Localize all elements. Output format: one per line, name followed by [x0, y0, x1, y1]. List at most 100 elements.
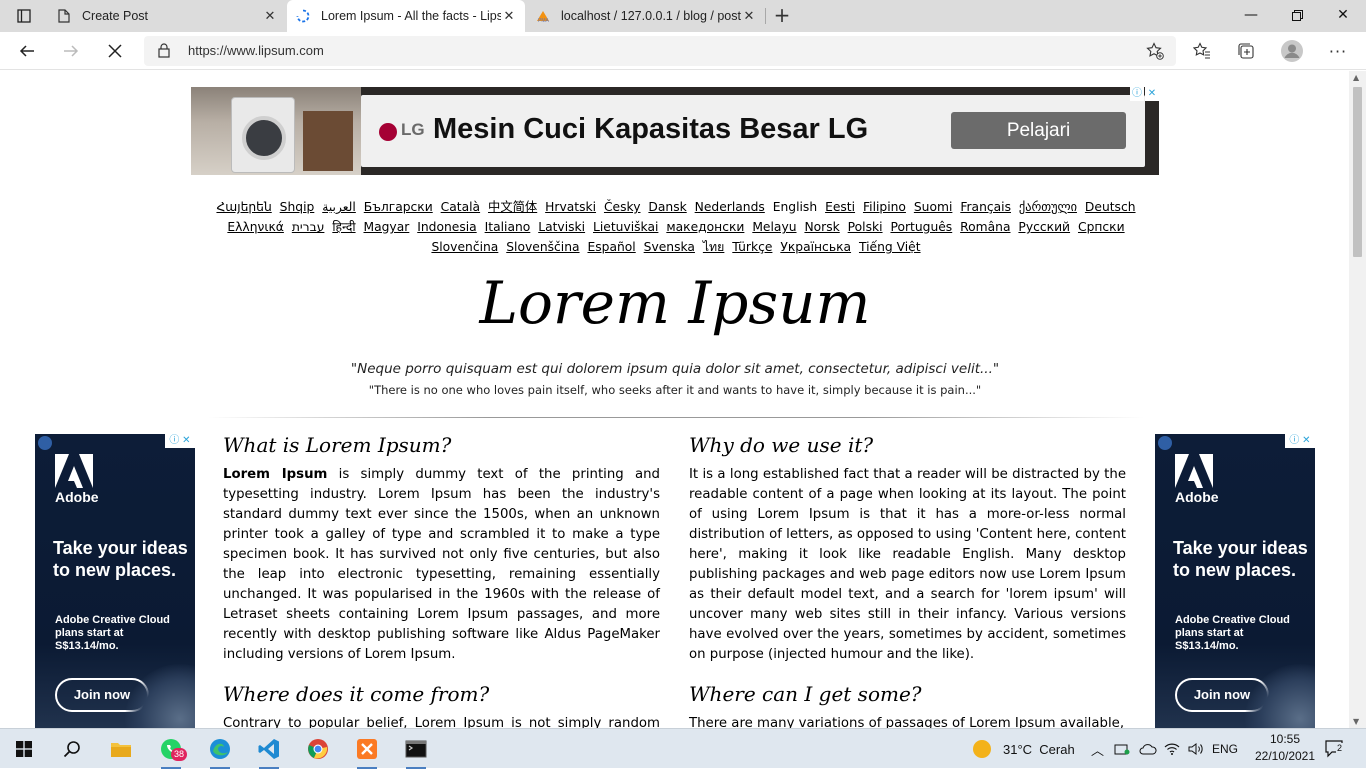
favorites-icon: [1193, 42, 1210, 59]
language-link[interactable]: ไทย: [703, 240, 725, 254]
tab-title: localhost / 127.0.0.1 / blog / post: [561, 9, 741, 23]
language-link[interactable]: Româna: [960, 220, 1010, 234]
lock-icon[interactable]: [158, 43, 170, 62]
search-button[interactable]: [52, 733, 92, 765]
language-link[interactable]: Latviski: [538, 220, 585, 234]
ad-learn-more-button[interactable]: Pelajari: [951, 112, 1126, 149]
terminal-taskbar[interactable]: [396, 733, 436, 769]
ad-close-icon[interactable]: ✕: [1145, 87, 1159, 101]
language-link[interactable]: ქართული: [1019, 200, 1077, 214]
language-link[interactable]: Slovenčina: [431, 240, 498, 254]
cloud-icon[interactable]: [1139, 729, 1157, 769]
language-link[interactable]: Français: [960, 200, 1011, 214]
ad-headline: Take your ideas to new places.: [1173, 538, 1308, 580]
page-icon: [56, 8, 72, 24]
language-link[interactable]: Shqip: [280, 200, 315, 214]
language-link[interactable]: Slovenščina: [506, 240, 579, 254]
tray-overflow-icon[interactable]: ︿: [1091, 729, 1104, 769]
language-link[interactable]: Magyar: [363, 220, 409, 234]
add-favorite-icon[interactable]: [1146, 42, 1164, 64]
volume-icon[interactable]: [1188, 729, 1204, 769]
language-link[interactable]: हिन्दी: [332, 220, 355, 234]
language-link[interactable]: Српски: [1078, 220, 1125, 234]
language-link[interactable]: Norsk: [804, 220, 839, 234]
tab-create-post[interactable]: Create Post ✕: [48, 0, 286, 32]
section-body: Lorem Ipsum is simply dummy text of the …: [223, 465, 660, 665]
language-link[interactable]: Pyccкий: [1018, 220, 1070, 234]
scroll-up-icon[interactable]: ▲: [1353, 73, 1359, 82]
chrome-taskbar[interactable]: [298, 733, 338, 765]
language-link[interactable]: Italiano: [485, 220, 531, 234]
language-link[interactable]: 中文简体: [488, 200, 537, 214]
vscode-taskbar[interactable]: [249, 733, 289, 769]
language-link[interactable]: Deutsch: [1085, 200, 1136, 214]
top-banner-ad[interactable]: LG Mesin Cuci Kapasitas Besar LG Pelajar…: [191, 87, 1159, 175]
scroll-down-icon[interactable]: ▼: [1353, 717, 1359, 726]
system-clock[interactable]: 10:55 22/10/2021: [1250, 731, 1320, 765]
notification-center-button[interactable]: 2: [1325, 729, 1345, 769]
start-button[interactable]: [4, 733, 44, 765]
tab-close-icon[interactable]: ✕: [501, 9, 517, 24]
language-link[interactable]: Nederlands: [695, 200, 765, 214]
left-side-ad[interactable]: ⓘ ✕ Adobe Take your ideas to new places.…: [35, 434, 195, 728]
language-link[interactable]: Česky: [604, 200, 641, 214]
ad-shield-icon: [1158, 436, 1172, 450]
close-window-button[interactable]: ✕: [1320, 0, 1366, 32]
adchoices-icon[interactable]: ⓘ ✕: [165, 434, 195, 448]
language-link[interactable]: Tiếng Việt: [859, 240, 921, 254]
back-button[interactable]: [12, 36, 42, 66]
wifi-icon[interactable]: [1164, 729, 1180, 769]
restore-button[interactable]: [1274, 0, 1320, 32]
url-text[interactable]: https://www.lipsum.com: [188, 43, 324, 58]
favorites-button[interactable]: [1187, 36, 1217, 66]
language-link[interactable]: Hrvatski: [545, 200, 596, 214]
tab-actions-button[interactable]: [0, 0, 48, 32]
language-link[interactable]: Dansk: [648, 200, 686, 214]
language-link[interactable]: Ελληνικά: [227, 220, 284, 234]
file-explorer-taskbar[interactable]: [101, 733, 141, 765]
tab-close-icon[interactable]: ✕: [741, 9, 757, 24]
tab-lorem-ipsum[interactable]: Lorem Ipsum - All the facts - Lips ✕: [287, 0, 525, 32]
right-side-ad[interactable]: ⓘ ✕ Adobe Take your ideas to new places.…: [1155, 434, 1315, 728]
language-link[interactable]: Indonesia: [417, 220, 476, 234]
adchoices-icon[interactable]: ⓘ ✕: [1285, 434, 1315, 448]
weather-text: 31°C Cerah: [1003, 741, 1075, 757]
tab-localhost-phpmyadmin[interactable]: PMA localhost / 127.0.0.1 / blog / post …: [527, 0, 765, 32]
language-link[interactable]: Lietuviškai: [593, 220, 658, 234]
language-link[interactable]: Català: [441, 200, 480, 214]
forward-button[interactable]: [56, 36, 86, 66]
language-link[interactable]: Svenska: [644, 240, 695, 254]
language-link[interactable]: Türkçe: [732, 240, 772, 254]
settings-menu-button[interactable]: ···: [1323, 36, 1353, 66]
tab-close-icon[interactable]: ✕: [262, 9, 278, 24]
adchoices-icon[interactable]: ⓘ: [1130, 87, 1144, 101]
language-link[interactable]: Հայերեն: [216, 200, 271, 214]
whatsapp-taskbar[interactable]: 38: [151, 733, 191, 769]
stop-loading-button[interactable]: [100, 36, 130, 66]
language-link[interactable]: Български: [364, 200, 433, 214]
language-link[interactable]: Українська: [780, 240, 851, 254]
language-link[interactable]: עברית: [292, 220, 325, 234]
new-tab-button[interactable]: +: [770, 4, 794, 28]
page-scrollbar[interactable]: ▲ ▼: [1349, 71, 1366, 728]
language-link[interactable]: Português: [890, 220, 952, 234]
language-link[interactable]: Polski: [848, 220, 883, 234]
input-language[interactable]: ENG: [1212, 729, 1238, 769]
weather-widget[interactable]: 31°C Cerah: [973, 729, 1075, 769]
language-link[interactable]: Suomi: [914, 200, 953, 214]
language-link[interactable]: македонски: [666, 220, 744, 234]
windows-taskbar: 38 31°C Cerah ︿ ENG 10:55 22/10/2021 2: [0, 728, 1366, 769]
minimize-button[interactable]: —: [1228, 0, 1274, 32]
xampp-taskbar[interactable]: [347, 733, 387, 769]
language-link[interactable]: Melayu: [752, 220, 796, 234]
collections-button[interactable]: [1231, 36, 1261, 66]
language-link[interactable]: Eesti: [825, 200, 855, 214]
scrollbar-thumb[interactable]: [1353, 87, 1362, 257]
language-link[interactable]: Filipino: [863, 200, 906, 214]
address-bar[interactable]: https://www.lipsum.com: [144, 36, 1176, 66]
language-link[interactable]: العربية: [322, 200, 356, 214]
edge-taskbar[interactable]: [200, 733, 240, 769]
tray-app-icon[interactable]: [1114, 729, 1130, 769]
language-link[interactable]: Español: [587, 240, 635, 254]
profile-button[interactable]: [1277, 36, 1307, 66]
